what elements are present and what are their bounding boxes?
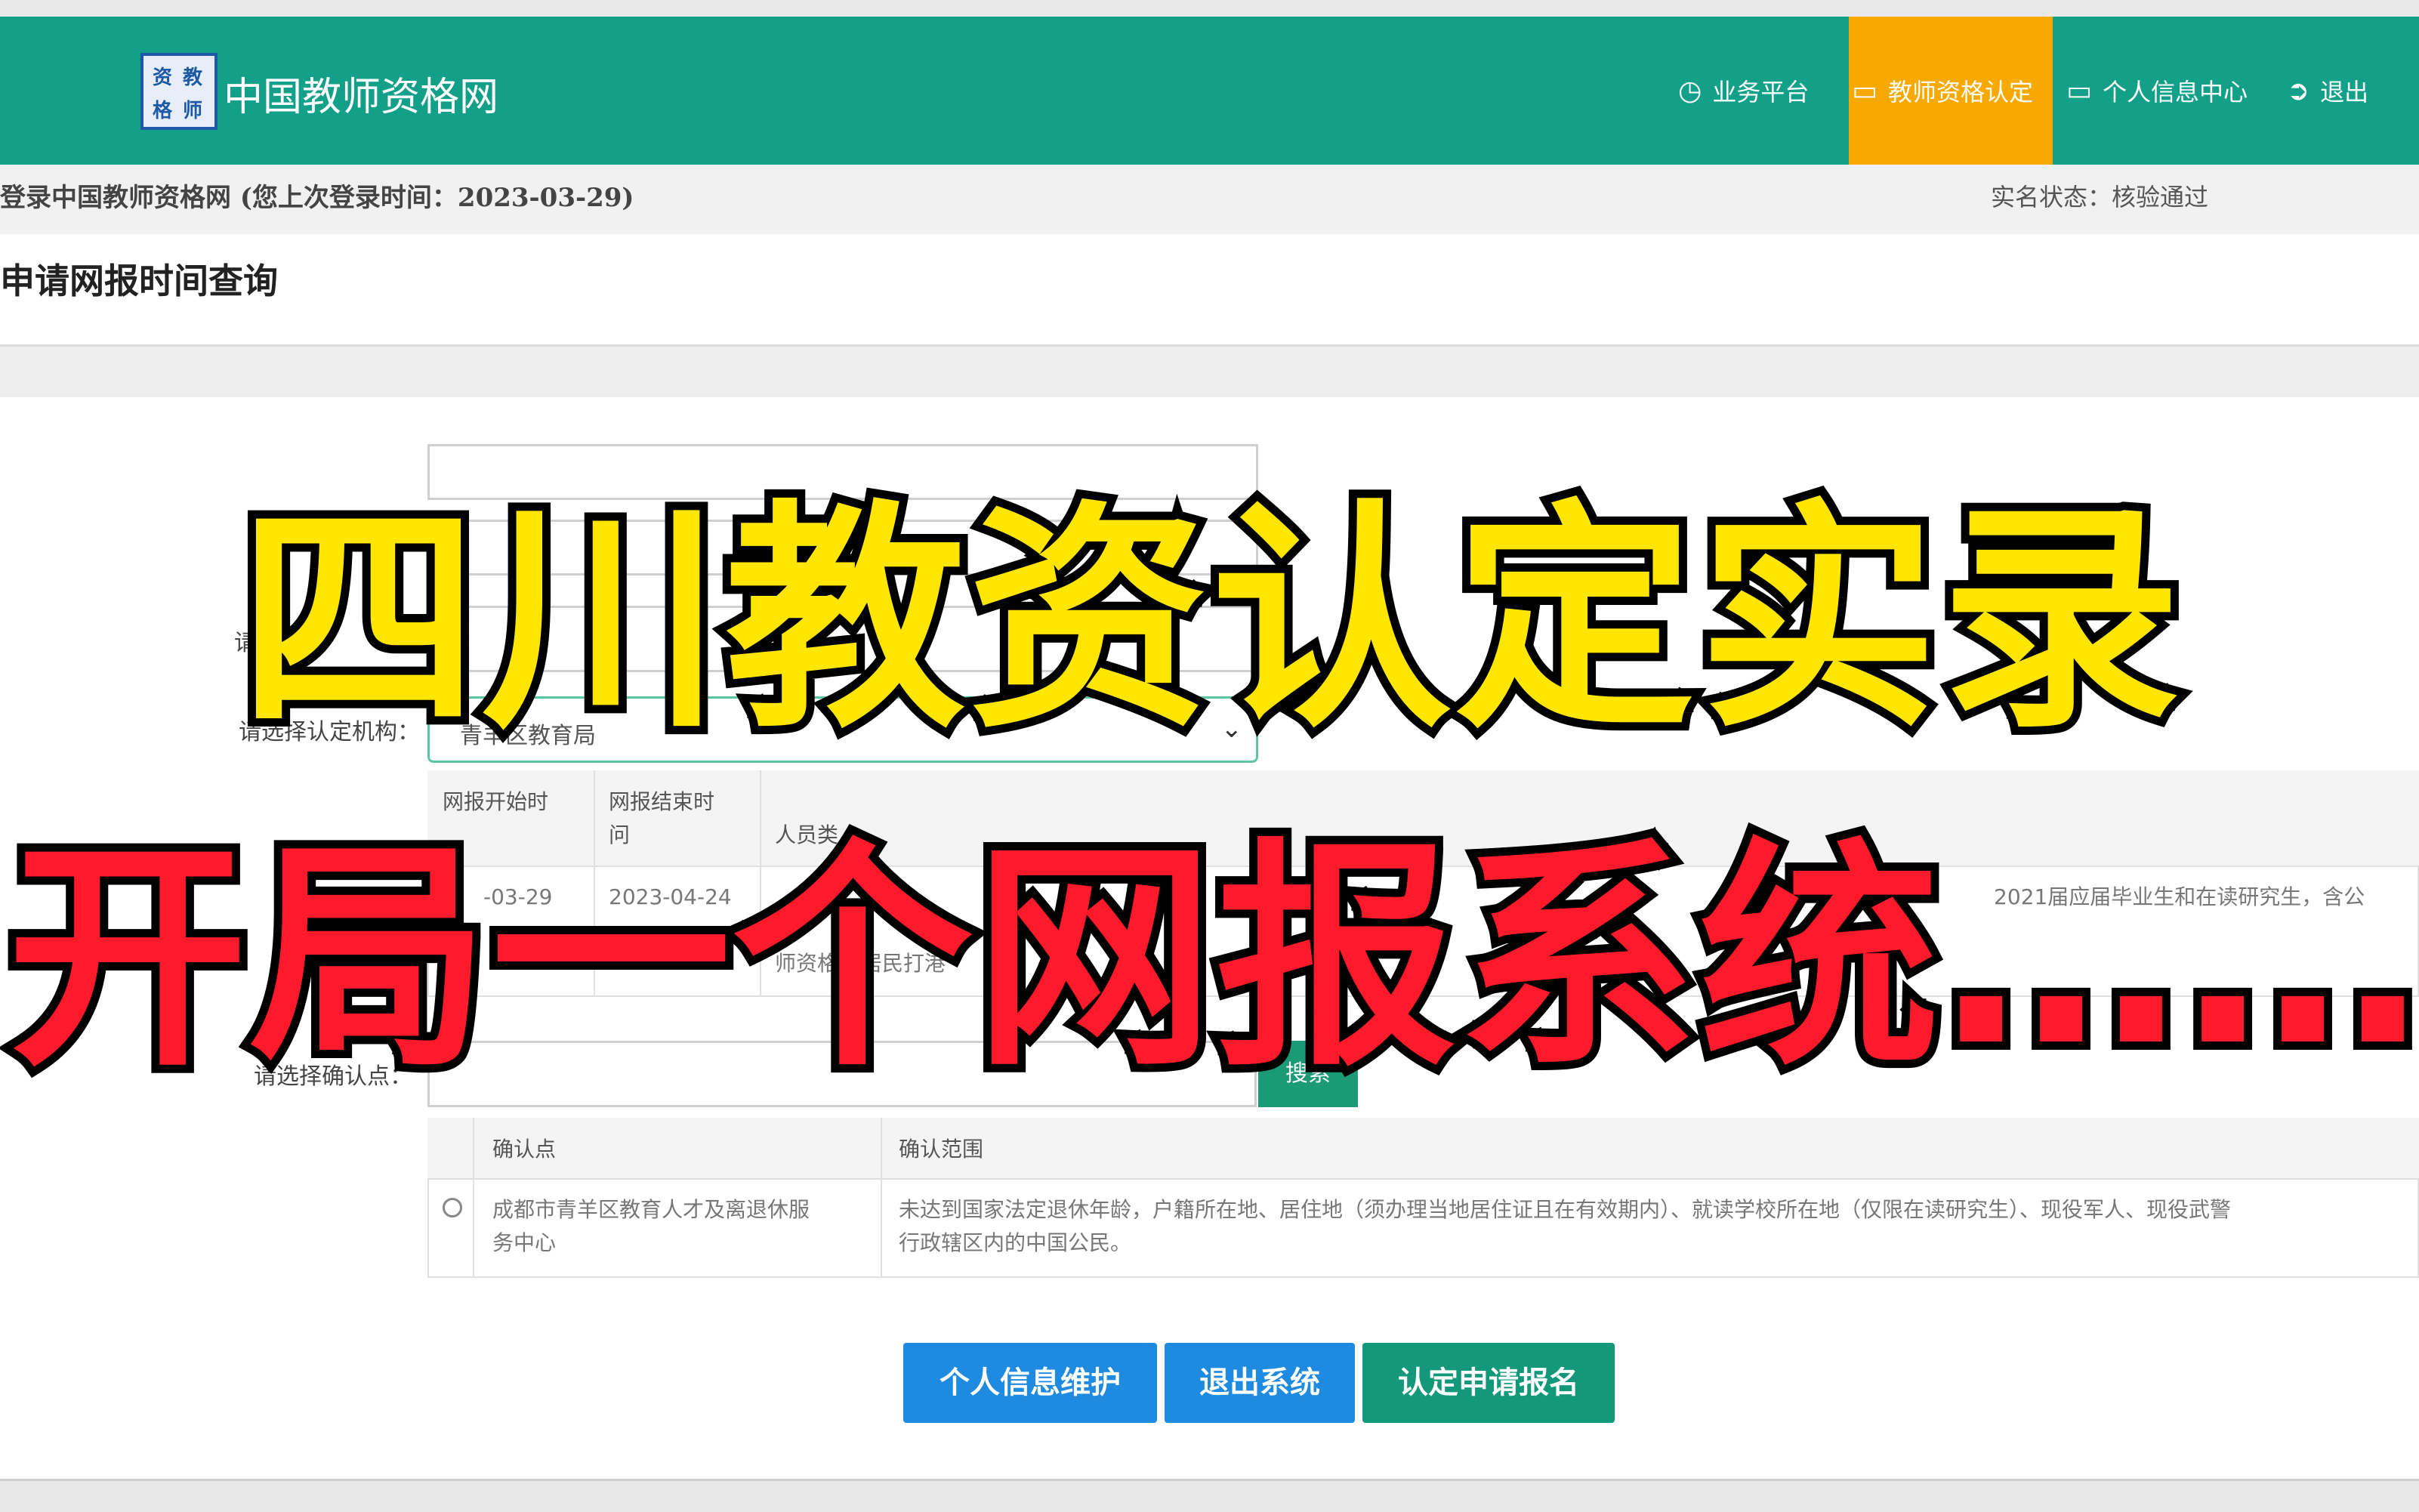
browser-top-strip <box>0 0 2419 17</box>
site-logo[interactable]: 资 教 格 师 <box>140 53 218 130</box>
column-divider <box>473 1118 474 1278</box>
nav-label: 业务平台 <box>1712 78 1810 106</box>
page-title: 申请网报时间查询 <box>0 261 278 301</box>
column-header-confirm-point: 确认点 <box>492 1137 557 1162</box>
monitor-icon: ▭ <box>1852 75 1878 106</box>
nav-item-business-platform[interactable]: ◷ 业务平台 <box>1678 17 1809 165</box>
nav-label: 退出 <box>2320 78 2369 106</box>
nav-label: 教师资格认定 <box>1888 78 2034 106</box>
logo-char: 教 <box>183 66 203 89</box>
nav-item-logout[interactable]: ➲ 退出 <box>2287 17 2368 165</box>
realname-status: 实名状态：核验通过 <box>1991 183 2209 211</box>
confirm-point-radio[interactable] <box>443 1198 462 1217</box>
last-login-text: 登录中国教师资格网 (您上次登录时间：2023-03-29) <box>0 183 634 213</box>
overlay-caption-subtitle: 开局一个网报系统…… <box>0 810 2419 1106</box>
nav-item-personal-center[interactable]: ▭ 个人信息中心 <box>2066 17 2248 165</box>
cell-confirm-point: 成都市青羊区教育人才及离退休服 <box>492 1197 810 1222</box>
certification-apply-button[interactable]: 认定申请报名 <box>1362 1343 1615 1423</box>
logout-icon: ➲ <box>2287 75 2310 106</box>
site-title[interactable]: 中国教师资格网 <box>224 65 498 122</box>
monitor-icon: ▭ <box>2066 75 2093 106</box>
cell-confirm-point: 务中心 <box>492 1230 557 1255</box>
cell-confirm-scope: 未达到国家法定退休年龄，户籍所在地、居住地（须办理当地居住证且在有效期内）、就读… <box>899 1197 2232 1222</box>
logo-char: 资 <box>153 66 173 89</box>
nav-label: 个人信息中心 <box>2103 78 2248 106</box>
overlay-caption-title: 四川教资认定实录 <box>230 472 2189 768</box>
section-divider <box>0 344 2419 397</box>
personal-info-button[interactable]: 个人信息维护 <box>903 1343 1157 1423</box>
column-divider <box>881 1118 882 1278</box>
nav-item-teacher-certification[interactable]: ▭ 教师资格认定 <box>1852 17 2033 165</box>
exit-system-button[interactable]: 退出系统 <box>1165 1343 1355 1423</box>
footer-strip <box>0 1479 2419 1512</box>
logo-char: 格 <box>153 100 173 122</box>
dashboard-icon: ◷ <box>1678 75 1702 106</box>
cell-confirm-scope: 行政辖区内的中国公民。 <box>899 1230 1132 1255</box>
logo-char: 师 <box>183 100 203 122</box>
column-header-confirm-scope: 确认范围 <box>899 1137 984 1162</box>
confirm-point-table-header <box>427 1118 2419 1180</box>
